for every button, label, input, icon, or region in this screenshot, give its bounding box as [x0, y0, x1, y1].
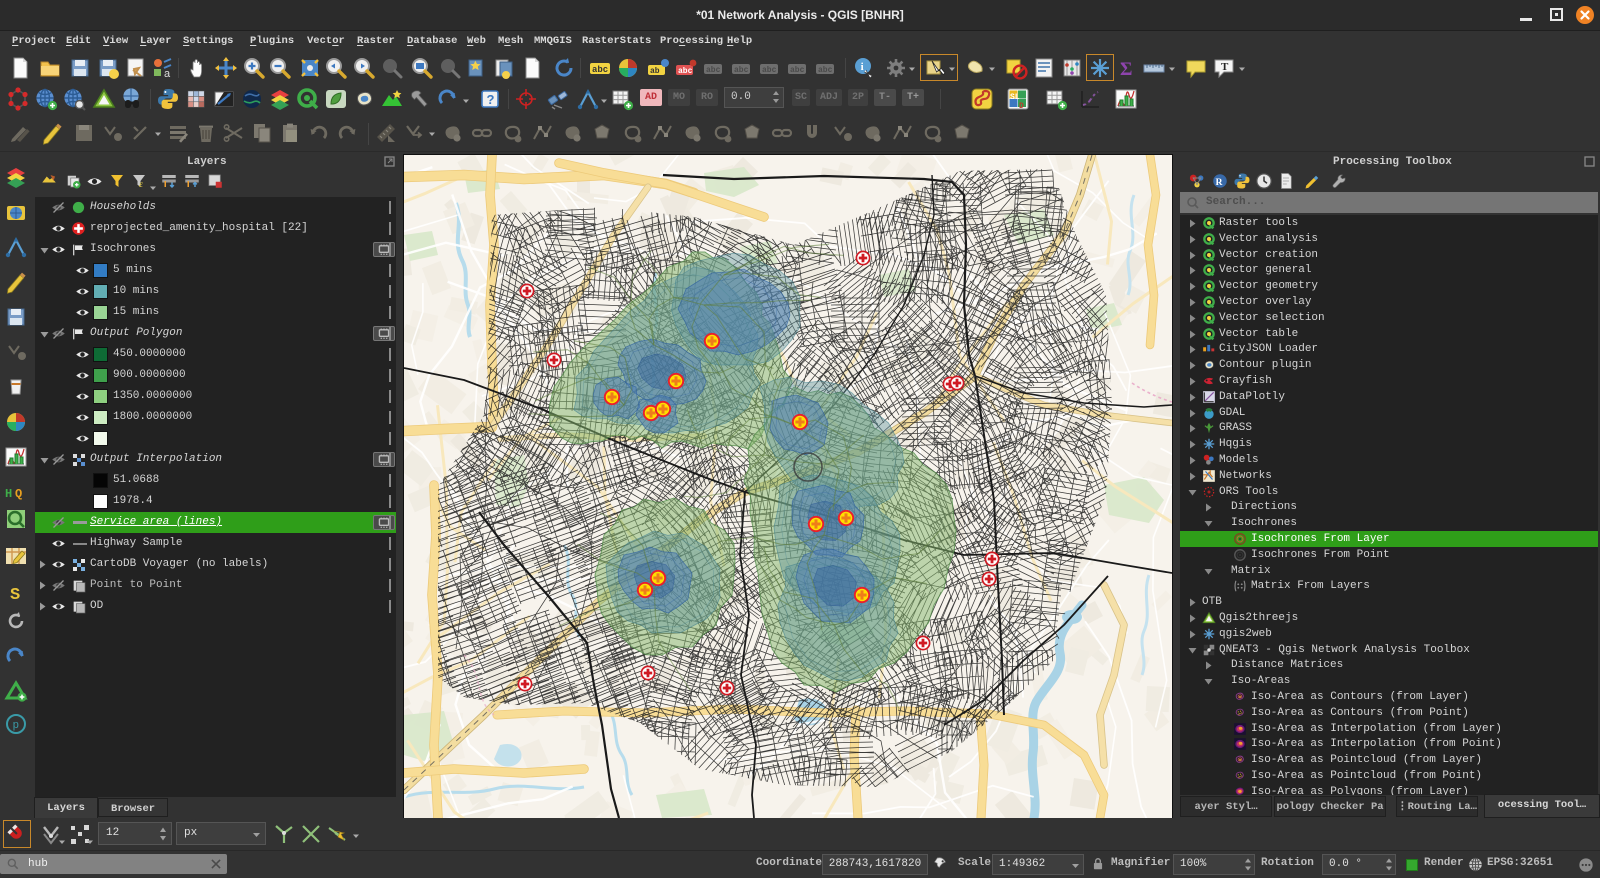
svg-text:abc: abc — [706, 66, 721, 75]
svg-text:H: H — [5, 487, 12, 501]
svg-text:abc: abc — [734, 66, 749, 75]
svg-text:p: p — [13, 720, 20, 732]
svg-text:abc: abc — [790, 66, 805, 75]
svg-text:D: D — [1019, 102, 1024, 111]
svg-text:abc: abc — [592, 65, 608, 75]
svg-text:R: R — [1216, 177, 1224, 188]
svg-text:abc: abc — [762, 66, 777, 75]
svg-text:i: i — [861, 61, 864, 73]
svg-text:a: a — [164, 68, 171, 80]
svg-text:S: S — [10, 586, 20, 604]
svg-text:Q: Q — [15, 487, 22, 501]
svg-text:abc: abc — [678, 67, 693, 76]
svg-text:ab: ab — [650, 67, 660, 76]
svg-text:abc: abc — [818, 66, 833, 75]
svg-text:?: ? — [487, 92, 495, 107]
svg-text:Σ: Σ — [1120, 59, 1132, 80]
svg-text:T: T — [1221, 61, 1229, 73]
svg-text:ε: ε — [139, 179, 143, 190]
svg-text:SL: SL — [1010, 93, 1020, 102]
